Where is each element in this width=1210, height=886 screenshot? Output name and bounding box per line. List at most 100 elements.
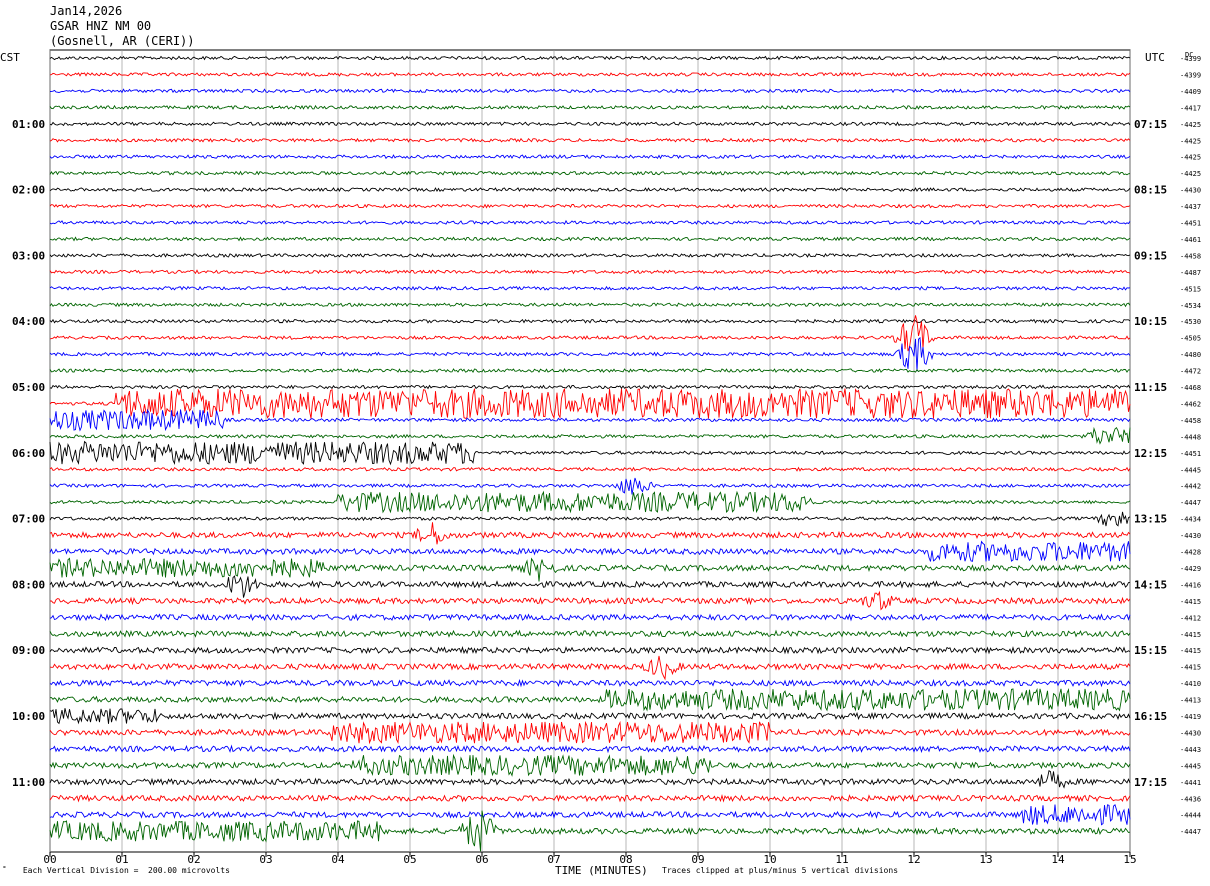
cst-hour-label: 10:00	[12, 710, 45, 723]
utc-hour-label: 09:15	[1134, 249, 1167, 262]
x-tick-label: 05	[403, 853, 416, 866]
utc-hour-label: 16:15	[1134, 710, 1167, 723]
dc-offset-label: -4461	[1180, 236, 1201, 244]
seismic-trace	[49, 187, 1131, 193]
dc-offset-label: -4462	[1180, 400, 1201, 408]
dc-offset-label: -4430	[1180, 729, 1201, 737]
utc-hour-label: 07:15	[1134, 118, 1167, 131]
dc-offset-label: -4430	[1180, 532, 1201, 540]
dc-offset-label: -4415	[1180, 664, 1201, 672]
seismic-trace	[49, 511, 1131, 527]
dc-offset-label: -4429	[1180, 565, 1201, 573]
seismic-trace	[49, 72, 1131, 77]
dc-offset-label: -4451	[1180, 450, 1201, 458]
x-tick-label: 12	[907, 853, 920, 866]
dc-offset-label: -4451	[1180, 220, 1201, 228]
dc-offset-label: -4505	[1180, 335, 1201, 343]
footer-mark-icon: ˚	[2, 866, 7, 875]
dc-offset-label: -4458	[1180, 417, 1201, 425]
seismic-trace	[49, 104, 1131, 110]
x-tick-label: 15	[1123, 853, 1136, 866]
dc-offset-label: -4425	[1180, 121, 1201, 129]
dc-offset-label: -4458	[1180, 252, 1201, 260]
seismic-trace	[49, 387, 1131, 420]
dc-offset-label: -4419	[1180, 713, 1201, 721]
dc-offset-label: -4436	[1180, 795, 1201, 803]
plot-axes: 00 01 02 03 04 05 06 07 08 09 10 11 12 13 14 15-4399-43…	[12, 55, 1201, 866]
dc-offset-label: -4444	[1180, 812, 1201, 820]
footer-scale-note: ˚ Each Vertical Division = 200.00 microvo…	[2, 866, 230, 875]
cst-hour-label: 09:00	[12, 644, 45, 657]
seismic-trace	[49, 720, 1131, 745]
seismic-trace	[49, 793, 1131, 803]
dc-offset-label: -4442	[1180, 483, 1201, 491]
seismic-trace	[49, 336, 1131, 372]
dc-offset-label: -4428	[1180, 549, 1201, 557]
dc-offset-label: -4415	[1180, 647, 1201, 655]
seismic-trace	[49, 137, 1131, 143]
seismic-trace	[49, 318, 1131, 324]
x-tick-label: 06	[475, 853, 488, 866]
x-axis-label: TIME (MINUTES)	[555, 864, 648, 877]
cst-hour-label: 03:00	[12, 249, 45, 262]
seismic-trace	[49, 540, 1131, 562]
dc-offset-label: -4530	[1180, 318, 1201, 326]
dc-offset-label: -4434	[1180, 516, 1201, 524]
seismic-trace	[49, 440, 1131, 466]
x-tick-label: 14	[1051, 853, 1065, 866]
x-tick-label: 00	[43, 853, 56, 866]
seismic-trace	[49, 804, 1131, 826]
seismic-trace	[49, 687, 1131, 712]
seismic-trace	[49, 170, 1131, 176]
dc-offset-label: -4413	[1180, 697, 1201, 705]
seismic-trace	[49, 466, 1131, 472]
seismic-trace	[49, 575, 1130, 598]
dc-offset-label: -4412	[1180, 614, 1201, 622]
footer-scale-text: Each Vertical Division = 200.00 microvol…	[22, 866, 230, 875]
dc-offset-label: -4415	[1180, 631, 1201, 639]
seismic-trace	[49, 203, 1131, 209]
seismic-trace	[49, 490, 1131, 514]
dc-offset-label: -4515	[1180, 285, 1201, 293]
dc-offset-label: -4410	[1180, 680, 1201, 688]
dc-offset-label: -4487	[1180, 269, 1201, 277]
seismic-trace	[49, 252, 1131, 258]
seismic-trace	[49, 646, 1131, 655]
x-tick-label: 04	[331, 853, 345, 866]
x-tick-label: 13	[979, 853, 992, 866]
cst-hour-label: 11:00	[12, 776, 45, 789]
dc-offset-label: -4447	[1180, 499, 1201, 507]
cst-hour-label: 07:00	[12, 513, 45, 526]
seismic-trace	[50, 590, 1131, 611]
dc-offset-label: -4443	[1180, 746, 1201, 754]
dc-offset-label: -4468	[1180, 384, 1201, 392]
cst-hour-label: 08:00	[12, 578, 45, 591]
cst-axis-label: CST	[0, 51, 20, 64]
seismic-trace	[49, 121, 1131, 127]
utc-hour-label: 12:15	[1134, 447, 1167, 460]
seismic-trace	[49, 55, 1131, 61]
cst-hour-label: 01:00	[12, 118, 45, 131]
dc-offset-label: -4441	[1180, 779, 1201, 787]
dc-offset-label: -4430	[1180, 187, 1201, 195]
dc-offset-label: -4480	[1180, 351, 1201, 359]
x-tick-label: 01	[115, 853, 128, 866]
seismic-trace	[49, 88, 1131, 94]
dc-offset-label: -4445	[1180, 762, 1201, 770]
seismic-trace	[49, 408, 1131, 432]
dc-offset-label: -4437	[1180, 203, 1201, 211]
dc-offset-label: -4425	[1180, 170, 1201, 178]
dc-offset-label: -4416	[1180, 581, 1201, 589]
seismic-trace	[49, 219, 1131, 225]
seismic-trace	[49, 368, 1131, 374]
dc-offset-label: -4409	[1180, 88, 1201, 96]
dc-label: DC	[1185, 51, 1193, 59]
seismic-trace	[49, 154, 1131, 160]
seismic-trace	[49, 655, 1131, 681]
utc-hour-label: 14:15	[1134, 578, 1167, 591]
seismic-trace	[49, 285, 1131, 291]
dc-offset-label: -4448	[1180, 433, 1201, 441]
seismic-trace	[49, 477, 1131, 495]
seismic-trace	[49, 522, 1131, 545]
dc-offset-label: -4445	[1180, 466, 1201, 474]
